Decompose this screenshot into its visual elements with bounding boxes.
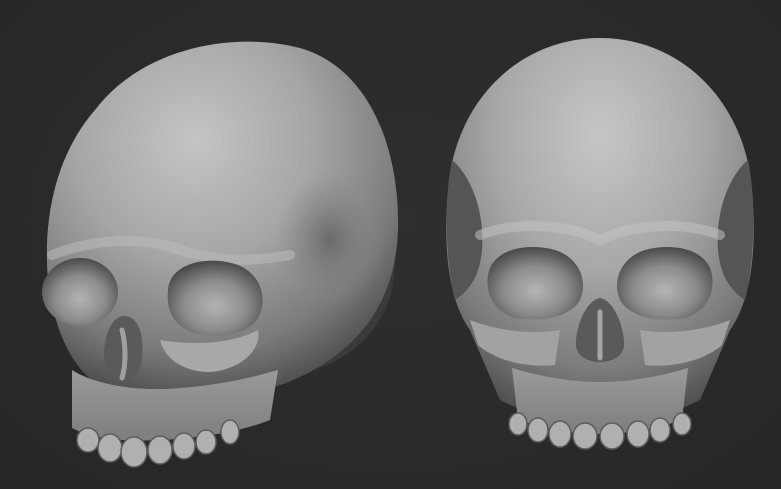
- tooth: [508, 412, 528, 436]
- tooth: [672, 412, 692, 436]
- tooth: [76, 427, 100, 453]
- tooth: [147, 435, 173, 465]
- tooth: [572, 422, 598, 450]
- tooth: [548, 420, 572, 448]
- right-eye-socket: [167, 260, 263, 336]
- right-eye-socket: [617, 247, 713, 320]
- skull-renders: [42, 38, 754, 468]
- tooth: [599, 422, 625, 450]
- left-eye-socket: [42, 258, 118, 326]
- tooth: [649, 417, 671, 443]
- tooth: [195, 429, 217, 455]
- left-eye-socket: [487, 247, 583, 320]
- tooth: [220, 419, 240, 445]
- tooth: [97, 433, 123, 463]
- tooth: [120, 436, 148, 468]
- temporal-fossa: [275, 170, 385, 310]
- tooth: [626, 420, 650, 448]
- skull-three-quarter-view: [42, 41, 399, 468]
- tooth: [527, 417, 549, 443]
- skull-front-view: [446, 38, 754, 450]
- render-viewport: [0, 0, 781, 489]
- tooth: [172, 432, 196, 460]
